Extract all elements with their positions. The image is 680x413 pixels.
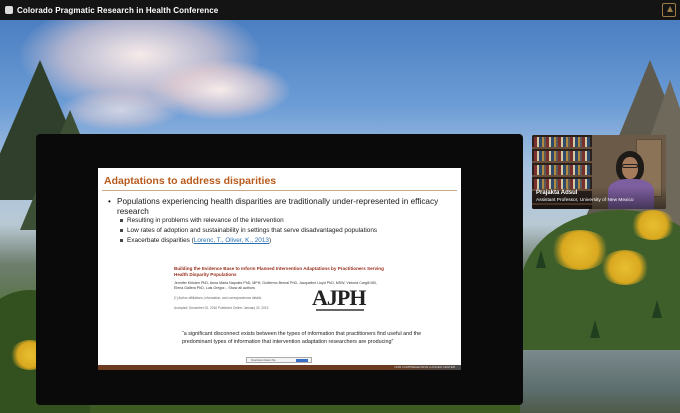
main-bullet: • Populations experiencing health dispar… bbox=[108, 197, 448, 217]
speaker-role: Assistant Professor, University of New M… bbox=[536, 198, 634, 203]
paper-dates: Accepted: December 02, 2016 Published On… bbox=[174, 306, 269, 310]
conference-corner-icon[interactable] bbox=[662, 3, 676, 17]
square-bullet-icon bbox=[120, 218, 123, 222]
speaker-video-tile[interactable]: Prajakta Adsul Assistant Professor, Univ… bbox=[532, 135, 666, 209]
app-logo-icon bbox=[5, 6, 13, 14]
sub-bullet: Resulting in problems with relevance of … bbox=[120, 217, 284, 224]
presentation-slide: Adaptations to address disparities • Pop… bbox=[98, 168, 461, 370]
paper-affiliations: [+] Author affiliations, information, an… bbox=[174, 296, 262, 300]
sub-bullet: Low rates of adoption and sustainability… bbox=[120, 227, 377, 234]
citation-download-field: Download citation file bbox=[246, 357, 312, 363]
slide-title: Adaptations to address disparities bbox=[104, 175, 277, 187]
square-bullet-icon bbox=[120, 238, 123, 242]
slide-divider bbox=[102, 190, 457, 191]
citation-link[interactable]: Lorenc, T., Oliver, K., 2013 bbox=[194, 237, 269, 244]
speaker-name: Prajakta Adsul bbox=[536, 190, 578, 196]
main-bullet-text: Populations experiencing health disparit… bbox=[117, 197, 439, 216]
journal-logo: AJPH bbox=[312, 285, 366, 310]
speaker-face bbox=[622, 157, 638, 179]
slide-footer-text: UNM COMPREHENSIVE CANCER CENTER bbox=[394, 365, 455, 369]
window-title: Colorado Pragmatic Research in Health Co… bbox=[17, 5, 219, 15]
journal-logo-underline bbox=[316, 309, 364, 311]
slide-footer: UNM COMPREHENSIVE CANCER CENTER bbox=[98, 365, 461, 370]
paper-title: Building the Evidence Base to Inform Pla… bbox=[174, 266, 384, 277]
window-titlebar: Colorado Pragmatic Research in Health Co… bbox=[0, 0, 680, 20]
sub-bullet: Exacerbate disparities (Lorenc, T., Oliv… bbox=[120, 237, 271, 244]
glasses-icon bbox=[622, 164, 638, 168]
square-bullet-icon bbox=[120, 228, 123, 232]
slide-quote: “a significant disconnect exists between… bbox=[182, 331, 422, 345]
download-button bbox=[296, 359, 308, 362]
bullet-dot-icon: • bbox=[108, 197, 111, 206]
